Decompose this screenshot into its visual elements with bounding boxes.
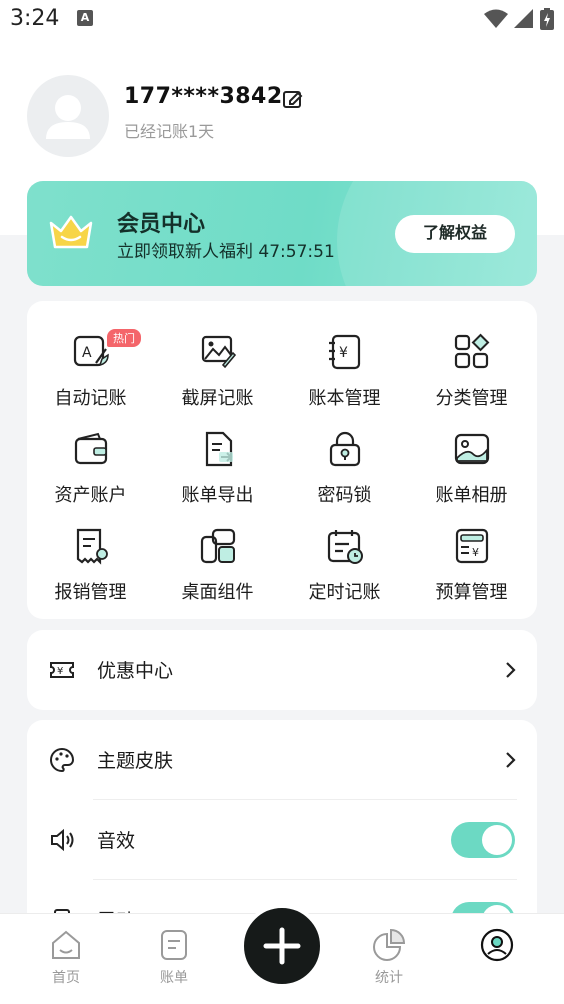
crown-icon <box>49 215 93 249</box>
battery-icon <box>540 8 554 30</box>
wallet-icon <box>74 432 108 465</box>
tool-reimbursement[interactable]: 报销管理 <box>27 505 154 603</box>
home-icon <box>52 930 80 959</box>
tool-ledger-management[interactable]: ¥ 账本管理 <box>281 311 408 409</box>
nav-bills[interactable]: 账单 <box>134 928 214 987</box>
svg-text:¥: ¥ <box>339 345 348 361</box>
photo-album-icon <box>454 433 490 465</box>
tool-label: 预算管理 <box>435 582 508 603</box>
tool-bill-album[interactable]: 账单相册 <box>408 408 535 506</box>
status-icons <box>484 7 554 31</box>
sound-row: 音效 <box>27 800 537 880</box>
coupon-label: 优惠中心 <box>97 660 174 682</box>
scheduled-bookkeeping-icon <box>327 530 363 564</box>
tool-label: 报销管理 <box>54 582 127 603</box>
palette-icon <box>50 747 75 773</box>
tool-label: 桌面组件 <box>181 582 254 603</box>
bookkeeping-days: 已经记账1天 <box>124 122 215 141</box>
tool-scheduled-bookkeeping[interactable]: 定时记账 <box>281 505 408 603</box>
learn-benefits-button[interactable]: 了解权益 <box>395 215 515 253</box>
tool-label: 账单相册 <box>435 485 508 506</box>
tool-label: 截屏记账 <box>181 388 254 409</box>
theme-skin-row[interactable]: 主题皮肤 <box>27 720 537 800</box>
bottom-nav: 首页 账单 统计 <box>0 904 564 1004</box>
add-record-button[interactable] <box>240 904 324 988</box>
nav-home-label: 首页 <box>52 970 80 986</box>
avatar[interactable] <box>27 75 109 157</box>
tool-label: 资产账户 <box>54 485 127 506</box>
tool-label: 定时记账 <box>308 582 381 603</box>
edit-icon[interactable] <box>282 88 304 110</box>
tool-asset-accounts[interactable]: 资产账户 <box>27 408 154 506</box>
category-management-icon <box>454 333 490 369</box>
pie-chart-icon <box>373 928 406 961</box>
svg-text:¥: ¥ <box>472 546 479 559</box>
chevron-right-icon <box>506 752 516 768</box>
vip-center-card[interactable]: 会员中心 立即领取新人福利 47:57:51 了解权益 <box>27 181 537 286</box>
tool-label: 账本管理 <box>308 388 381 409</box>
speaker-icon <box>51 828 74 852</box>
vip-countdown: 立即领取新人福利 47:57:51 <box>117 242 335 262</box>
bills-icon <box>161 930 187 960</box>
tool-desktop-widget[interactable]: 桌面组件 <box>154 505 281 603</box>
export-icon <box>205 431 233 467</box>
tool-password-lock[interactable]: 密码锁 <box>281 408 408 506</box>
tool-label: 自动记账 <box>54 388 127 409</box>
lock-icon <box>329 431 361 467</box>
nav-stats[interactable]: 统计 <box>349 928 429 987</box>
coupon-icon: ¥ <box>50 662 74 678</box>
tool-category-management[interactable]: 分类管理 <box>408 311 535 409</box>
tool-budget-management[interactable]: ¥ 预算管理 <box>408 505 535 603</box>
status-bar: 3:24 A <box>0 0 564 40</box>
widget-icon <box>200 528 236 564</box>
tool-label: 密码锁 <box>317 485 372 506</box>
sound-label: 音效 <box>97 830 136 852</box>
status-time: 3:24 <box>10 6 60 31</box>
vip-title: 会员中心 <box>117 212 206 237</box>
signal-icon <box>514 9 533 28</box>
nav-stats-label: 统计 <box>375 970 403 986</box>
reimbursement-icon <box>76 528 108 565</box>
sound-toggle[interactable] <box>451 822 515 858</box>
svg-text:¥: ¥ <box>57 666 63 677</box>
screenshot-bookkeeping-icon <box>201 335 237 369</box>
auto-bookkeeping-icon: A <box>73 335 109 367</box>
default-avatar-icon <box>46 95 90 139</box>
tool-label: 分类管理 <box>435 388 508 409</box>
nav-profile[interactable] <box>457 928 537 966</box>
ledger-management-icon: ¥ <box>329 334 361 370</box>
chevron-right-icon <box>506 662 516 678</box>
tool-auto-bookkeeping[interactable]: A 热门 自动记账 <box>27 311 154 409</box>
budget-icon: ¥ <box>455 528 489 564</box>
tool-screenshot-bookkeeping[interactable]: 截屏记账 <box>154 311 281 409</box>
tools-grid: A 热门 自动记账 截屏记账 ¥ 账本管理 分类管理 资产账户 账单导出 密码锁… <box>27 301 537 619</box>
nav-bills-label: 账单 <box>160 970 188 986</box>
coupon-center-row[interactable]: ¥ 优惠中心 <box>27 630 537 710</box>
plus-icon <box>263 927 301 965</box>
nav-home[interactable]: 首页 <box>26 928 106 987</box>
hot-badge: 热门 <box>107 329 141 347</box>
profile-icon <box>480 928 514 962</box>
theme-label: 主题皮肤 <box>97 750 174 772</box>
tool-label: 账单导出 <box>181 485 254 506</box>
wifi-icon <box>484 9 508 28</box>
username: 177****3842 <box>124 84 283 109</box>
notification-icon: A <box>77 10 93 26</box>
svg-text:A: A <box>82 345 92 361</box>
tool-bill-export[interactable]: 账单导出 <box>154 408 281 506</box>
